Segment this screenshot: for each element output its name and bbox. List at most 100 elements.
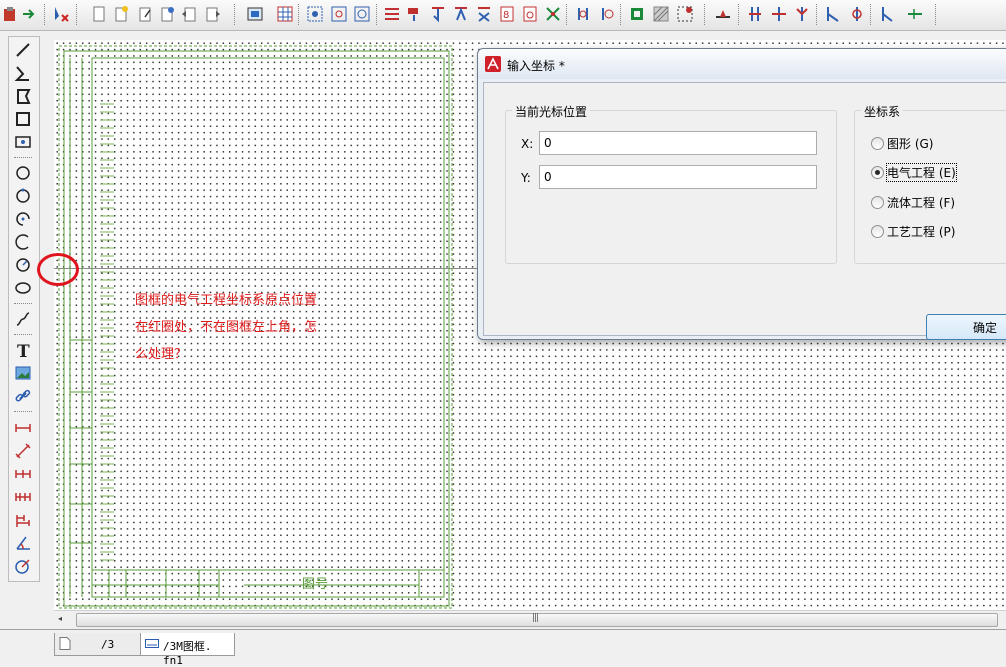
bus-icon[interactable] (714, 5, 732, 23)
horizontal-scrollbar[interactable]: ◂ ||| (54, 610, 1006, 628)
page-edit-icon[interactable] (136, 5, 154, 23)
arrow-right-icon[interactable] (20, 5, 38, 23)
x-label: X: (521, 137, 534, 151)
dimension-radius-icon[interactable] (14, 557, 32, 575)
toolbar-separator (738, 4, 740, 25)
coordinate-system-group: 坐标系 图形 (G) 电气工程 (E) 流体工程 (F) 工艺工程 (P) (854, 103, 1006, 264)
ellipse-tool-icon[interactable] (14, 279, 32, 297)
interrupt-icon[interactable] (598, 5, 616, 23)
dialog-title: 输入坐标 * (507, 59, 565, 73)
shield-icon[interactable] (574, 5, 592, 23)
toolbar-separator (816, 4, 818, 25)
circle-tool-icon[interactable] (14, 164, 32, 182)
radio-button[interactable] (871, 225, 884, 238)
new-sheet-icon[interactable] (112, 5, 130, 23)
spline-tool-icon[interactable] (14, 310, 32, 328)
polyline-tool-icon[interactable] (14, 64, 32, 82)
toolbar-separator (376, 4, 378, 25)
annotation-line-3: 么处理？ (135, 347, 188, 362)
junction-icon[interactable] (793, 5, 811, 23)
terminal-icon[interactable] (383, 5, 401, 23)
circle-3point-tool-icon[interactable] (14, 187, 32, 205)
scroll-left-arrow-icon[interactable]: ◂ (58, 614, 62, 623)
dialog-titlebar[interactable]: 输入坐标 * (478, 49, 1006, 79)
potential-alt-icon[interactable] (521, 5, 539, 23)
dimension-baseline-icon[interactable] (14, 511, 32, 529)
toolbar-separator (870, 4, 872, 25)
dimension-aligned-icon[interactable] (14, 442, 32, 460)
dimension-linear-icon[interactable] (14, 419, 32, 437)
left-strip-lines (69, 58, 83, 597)
frame-tick-marks (100, 103, 114, 561)
hyperlink-tool-icon[interactable] (14, 387, 32, 405)
radio-selected-dot (875, 170, 880, 175)
hatch-icon[interactable] (652, 5, 670, 23)
component-icon[interactable] (306, 5, 324, 23)
polygon-tool-icon[interactable] (14, 87, 32, 105)
line-arrow-icon[interactable] (906, 5, 924, 23)
paste-icon[interactable] (2, 5, 20, 23)
mirror-icon[interactable] (746, 5, 764, 23)
page-back-icon[interactable] (180, 5, 198, 23)
connector-icon[interactable] (405, 5, 423, 23)
cursor-position-group: 当前光标位置 X: Y: (505, 103, 837, 264)
new-page-icon[interactable] (90, 5, 108, 23)
dimension-increment-icon[interactable] (14, 488, 32, 506)
annotation-line-2: 在红圈处，不在图框左上角，怎 (135, 320, 318, 335)
angle-icon[interactable] (848, 5, 866, 23)
rectangle-tool-icon[interactable] (14, 110, 32, 128)
radio-button[interactable] (871, 196, 884, 209)
toolbar-separator (14, 411, 32, 413)
radio-button[interactable] (871, 137, 884, 150)
dialog-body: 当前光标位置 X: Y: 坐标系 图形 (G) 电气工程 (E) 流体工程 (F… (483, 82, 1006, 340)
placeholder-icon[interactable] (628, 5, 646, 23)
arc-tool-icon[interactable] (14, 210, 32, 228)
toolbar-separator (704, 4, 706, 25)
page-forward-icon[interactable] (204, 5, 222, 23)
toolbar-separator (76, 4, 78, 25)
text-tool-icon[interactable]: T (14, 341, 32, 359)
wire-cross-icon[interactable] (475, 5, 493, 23)
potential-icon[interactable]: 8 (498, 5, 516, 23)
delete-selection-icon[interactable] (52, 5, 70, 23)
line-break-icon[interactable] (824, 5, 842, 23)
ok-button[interactable]: 确定 (926, 314, 1006, 340)
tab-page-3[interactable]: /3 (54, 633, 142, 656)
wire-down-icon[interactable] (429, 5, 447, 23)
structure-box-icon[interactable] (676, 5, 694, 23)
dimension-chain-icon[interactable] (14, 465, 32, 483)
rectangle-center-tool-icon[interactable] (14, 133, 32, 151)
cable-icon[interactable] (544, 5, 562, 23)
component-target-icon[interactable] (353, 5, 371, 23)
left-strip-rows (70, 339, 92, 544)
title-block (92, 569, 444, 597)
radio-label: 流体工程 (F) (887, 196, 956, 210)
image-tool-icon[interactable] (14, 364, 32, 382)
wire-branch-icon[interactable] (452, 5, 470, 23)
radio-button[interactable] (871, 166, 884, 179)
grid-select-icon[interactable] (246, 5, 264, 23)
toolbar-separator (14, 157, 32, 159)
y-input[interactable] (539, 165, 817, 189)
page-props-icon[interactable] (158, 5, 176, 23)
radio-label: 工艺工程 (P) (887, 225, 956, 239)
dimension-angle-icon[interactable] (14, 534, 32, 552)
tab-label: /3 (101, 638, 115, 651)
toolbar-separator (935, 4, 937, 25)
tab-frame-file[interactable]: /3M图框. fn1 (140, 633, 235, 667)
arc-3point-tool-icon[interactable] (14, 233, 32, 251)
line-tool-icon[interactable] (14, 41, 32, 59)
sector-tool-icon[interactable] (14, 256, 32, 274)
y-label: Y: (521, 171, 531, 185)
app-logo-icon (485, 56, 501, 72)
scrollbar-thumb[interactable]: ||| (76, 613, 998, 627)
radio-label: 电气工程 (E) (886, 163, 957, 182)
table-icon[interactable] (276, 5, 294, 23)
frame-file-icon (145, 639, 159, 648)
x-input[interactable] (539, 131, 817, 155)
toolbar-separator (44, 4, 46, 25)
branch-icon[interactable] (878, 5, 896, 23)
main-toolbar: 8 (0, 0, 1006, 31)
component-refresh-icon[interactable] (330, 5, 348, 23)
cross-connect-icon[interactable] (770, 5, 788, 23)
